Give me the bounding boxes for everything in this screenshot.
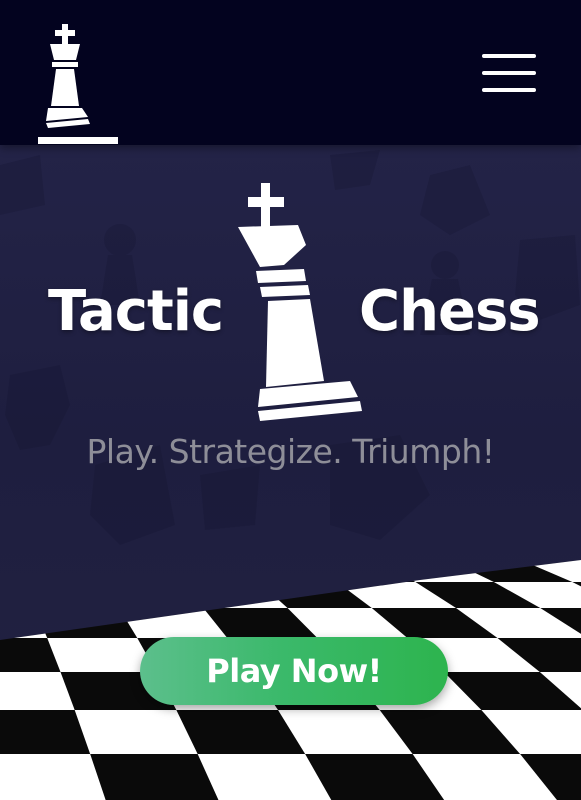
menu-button[interactable] (480, 52, 538, 96)
play-now-button[interactable]: Play Now! (140, 637, 448, 705)
chess-king-icon (238, 183, 362, 421)
hero-section: Tactic Chess Play. Strategize. Triumph! (0, 145, 581, 800)
site-header (0, 0, 581, 145)
title-word-right: Chess (359, 279, 541, 344)
logo-underline (38, 137, 118, 144)
tagline: Play. Strategize. Triumph! (86, 432, 495, 471)
title-word-left: Tactic (48, 279, 224, 344)
landing-page: Tactic Chess Play. Strategize. Triumph! (0, 0, 581, 800)
chess-king-icon[interactable] (36, 22, 120, 146)
